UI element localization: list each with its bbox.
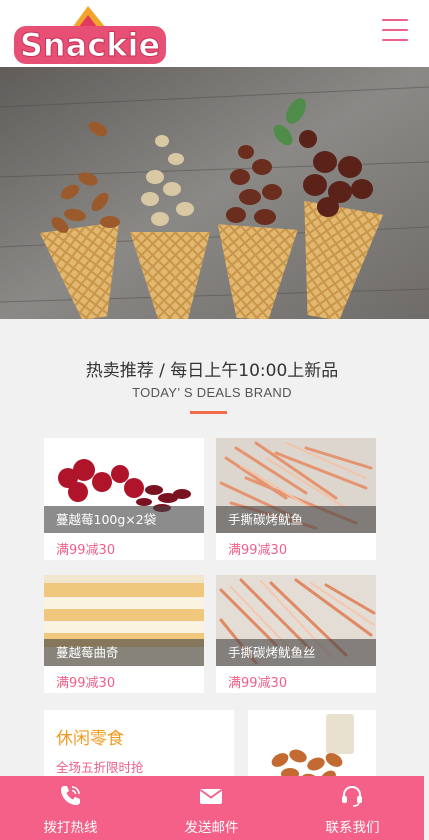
promo-subtitle: 全场五折限时抢 bbox=[56, 760, 144, 775]
call-hotline-button[interactable]: 拨打热线 bbox=[0, 776, 141, 840]
bottom-action-bar: 拨打热线 发送邮件 联系我们 bbox=[0, 776, 424, 840]
product-promo: 满99减30 bbox=[228, 676, 288, 691]
product-card[interactable]: 蔓越莓100g×2袋 满99减30 bbox=[44, 438, 204, 560]
headset-icon bbox=[342, 786, 362, 807]
product-card[interactable]: 手撕碳烤鱿鱼丝 满99减30 bbox=[216, 575, 376, 693]
mail-icon bbox=[199, 789, 223, 804]
snackie-logo[interactable]: Snackie bbox=[12, 6, 168, 64]
phone-icon bbox=[61, 786, 80, 805]
contact-us-button[interactable]: 联系我们 bbox=[282, 776, 423, 840]
product-name: 手撕碳烤鱿鱼丝 bbox=[216, 639, 376, 666]
banner-image bbox=[0, 67, 429, 319]
product-promo: 满99减30 bbox=[228, 543, 288, 558]
section-title: 热卖推荐 / 每日上午10:00上新品 bbox=[85, 361, 339, 381]
product-card[interactable]: 蔓越莓曲奇 满99减30 bbox=[44, 575, 204, 693]
product-card[interactable]: 手撕碳烤鱿鱼 满99减30 bbox=[216, 438, 376, 560]
contact-us-label: 联系我们 bbox=[325, 820, 380, 836]
header: Snackie bbox=[0, 0, 429, 67]
section-subtitle: TODAY’ S DEALS BRAND bbox=[132, 385, 292, 400]
product-name: 手撕碳烤鱿鱼 bbox=[216, 506, 376, 533]
product-name: 蔓越莓曲奇 bbox=[44, 639, 204, 666]
hero-banner bbox=[0, 67, 429, 319]
send-email-button[interactable]: 发送邮件 bbox=[141, 776, 282, 840]
promo-title: 休闲零食 bbox=[56, 729, 124, 749]
logo-text: Snackie bbox=[20, 26, 160, 64]
section-underline bbox=[190, 411, 227, 414]
product-promo: 满99减30 bbox=[56, 676, 116, 691]
menu-button[interactable] bbox=[382, 18, 408, 42]
send-email-label: 发送邮件 bbox=[184, 820, 239, 836]
product-name: 蔓越莓100g×2袋 bbox=[44, 506, 204, 533]
call-hotline-label: 拨打热线 bbox=[43, 820, 98, 836]
product-promo: 满99减30 bbox=[56, 543, 116, 558]
